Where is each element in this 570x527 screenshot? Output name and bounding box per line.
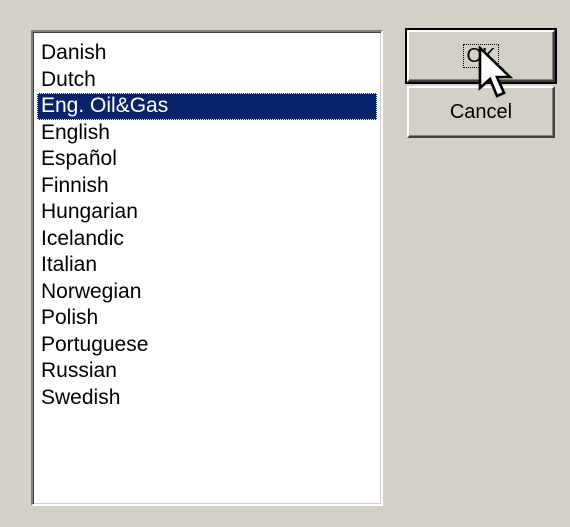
list-item-italian[interactable]: Italian	[37, 252, 377, 279]
list-item-portuguese[interactable]: Portuguese	[37, 332, 377, 359]
list-item-espanol[interactable]: Español	[37, 146, 377, 173]
list-item-icelandic[interactable]: Icelandic	[37, 226, 377, 253]
list-item-hungarian[interactable]: Hungarian	[37, 199, 377, 226]
cancel-button[interactable]: Cancel	[407, 86, 555, 138]
language-dialog: Danish Dutch Eng. Oil&Gas English Españo…	[0, 0, 570, 527]
list-item-swedish[interactable]: Swedish	[37, 385, 377, 412]
list-item-english[interactable]: English	[37, 120, 377, 147]
list-item-finnish[interactable]: Finnish	[37, 173, 377, 200]
ok-button-label: OK	[462, 44, 500, 68]
ok-button[interactable]: OK	[405, 28, 557, 84]
language-list: Danish Dutch Eng. Oil&Gas English Españo…	[33, 32, 381, 411]
list-item-norwegian[interactable]: Norwegian	[37, 279, 377, 306]
list-item-danish[interactable]: Danish	[37, 40, 377, 67]
list-item-eng-oil-gas[interactable]: Eng. Oil&Gas	[37, 93, 377, 120]
list-item-dutch[interactable]: Dutch	[37, 67, 377, 94]
list-item-polish[interactable]: Polish	[37, 305, 377, 332]
language-listbox[interactable]: Danish Dutch Eng. Oil&Gas English Españo…	[31, 30, 383, 506]
list-item-russian[interactable]: Russian	[37, 358, 377, 385]
